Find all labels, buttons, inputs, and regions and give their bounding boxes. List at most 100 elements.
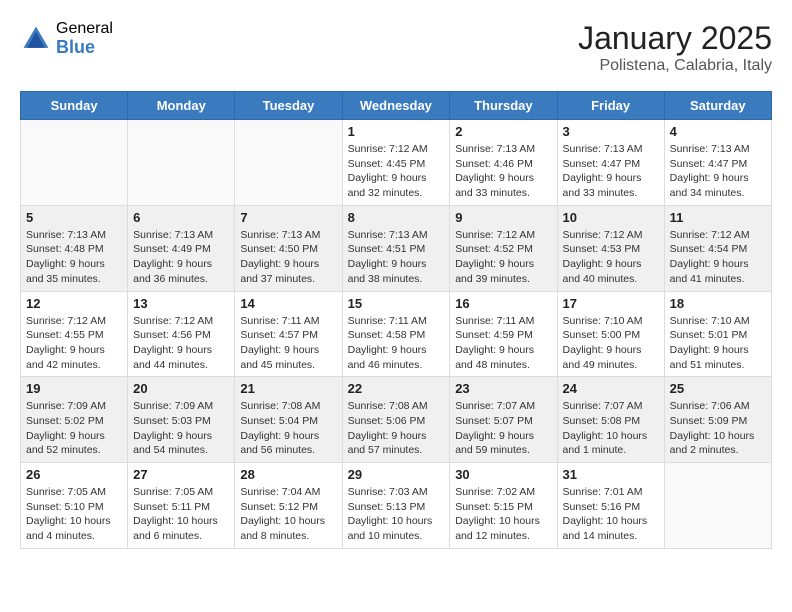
day-cell: 31 Sunrise: 7:01 AM Sunset: 5:16 PM Dayli…: [557, 463, 664, 549]
logo: General Blue: [20, 20, 113, 57]
day-cell: 1Sunrise: 7:12 AM Sunset: 4:45 PM Daylig…: [342, 120, 450, 206]
calendar: SundayMondayTuesdayWednesdayThursdayFrid…: [20, 91, 772, 549]
day-cell: 13 Sunrise: 7:12 AM Sunset: 4:56 PM Dayli…: [128, 291, 235, 377]
day-number: 28: [240, 467, 336, 482]
day-info: Sunrise: 7:02 AM Sunset: 5:15 PM Dayligh…: [455, 485, 551, 544]
day-info: Sunrise: 7:05 AM Sunset: 5:10 PM Dayligh…: [26, 485, 122, 544]
day-number: 20: [133, 381, 229, 396]
day-info: Sunrise: 7:12 AM Sunset: 4:56 PM Dayligh…: [133, 314, 229, 373]
day-info: Sunrise: 7:11 AM Sunset: 4:58 PM Dayligh…: [348, 314, 445, 373]
day-cell: 2 Sunrise: 7:13 AM Sunset: 4:46 PM Daylig…: [450, 120, 557, 206]
week-row-1: 1Sunrise: 7:12 AM Sunset: 4:45 PM Daylig…: [21, 120, 772, 206]
day-cell: 6 Sunrise: 7:13 AM Sunset: 4:49 PM Daylig…: [128, 205, 235, 291]
day-info: Sunrise: 7:12 AM Sunset: 4:52 PM Dayligh…: [455, 228, 551, 287]
weekday-header-saturday: Saturday: [664, 92, 771, 120]
day-info: Sunrise: 7:12 AM Sunset: 4:54 PM Dayligh…: [670, 228, 766, 287]
day-cell: 24Sunrise: 7:07 AM Sunset: 5:08 PM Dayli…: [557, 377, 664, 463]
week-row-3: 12 Sunrise: 7:12 AM Sunset: 4:55 PM Dayli…: [21, 291, 772, 377]
day-number: 14: [240, 296, 336, 311]
logo-general: General: [56, 20, 113, 38]
logo-blue: Blue: [56, 38, 113, 58]
week-row-2: 5Sunrise: 7:13 AM Sunset: 4:48 PM Daylig…: [21, 205, 772, 291]
week-row-4: 19 Sunrise: 7:09 AM Sunset: 5:02 PM Dayli…: [21, 377, 772, 463]
day-cell: 10Sunrise: 7:12 AM Sunset: 4:53 PM Dayli…: [557, 205, 664, 291]
weekday-header-friday: Friday: [557, 92, 664, 120]
day-info: Sunrise: 7:13 AM Sunset: 4:46 PM Dayligh…: [455, 142, 551, 201]
day-info: Sunrise: 7:07 AM Sunset: 5:08 PM Dayligh…: [563, 399, 659, 458]
day-number: 13: [133, 296, 229, 311]
day-cell: [128, 120, 235, 206]
day-number: 25: [670, 381, 766, 396]
day-info: Sunrise: 7:13 AM Sunset: 4:47 PM Dayligh…: [563, 142, 659, 201]
day-cell: 14Sunrise: 7:11 AM Sunset: 4:57 PM Dayli…: [235, 291, 342, 377]
page-header: General Blue January 2025 Polistena, Cal…: [20, 20, 772, 75]
day-info: Sunrise: 7:04 AM Sunset: 5:12 PM Dayligh…: [240, 485, 336, 544]
weekday-header-thursday: Thursday: [450, 92, 557, 120]
day-info: Sunrise: 7:13 AM Sunset: 4:50 PM Dayligh…: [240, 228, 336, 287]
day-cell: 26 Sunrise: 7:05 AM Sunset: 5:10 PM Dayli…: [21, 463, 128, 549]
location: Polistena, Calabria, Italy: [578, 57, 772, 75]
day-number: 7: [240, 210, 336, 225]
day-cell: 8Sunrise: 7:13 AM Sunset: 4:51 PM Daylig…: [342, 205, 450, 291]
day-info: Sunrise: 7:08 AM Sunset: 5:06 PM Dayligh…: [348, 399, 445, 458]
day-info: Sunrise: 7:01 AM Sunset: 5:16 PM Dayligh…: [563, 485, 659, 544]
day-cell: 5Sunrise: 7:13 AM Sunset: 4:48 PM Daylig…: [21, 205, 128, 291]
day-cell: 15Sunrise: 7:11 AM Sunset: 4:58 PM Dayli…: [342, 291, 450, 377]
day-number: 11: [670, 210, 766, 225]
day-info: Sunrise: 7:13 AM Sunset: 4:47 PM Dayligh…: [670, 142, 766, 201]
day-cell: 29Sunrise: 7:03 AM Sunset: 5:13 PM Dayli…: [342, 463, 450, 549]
day-cell: 18Sunrise: 7:10 AM Sunset: 5:01 PM Dayli…: [664, 291, 771, 377]
day-info: Sunrise: 7:11 AM Sunset: 4:59 PM Dayligh…: [455, 314, 551, 373]
day-cell: 17 Sunrise: 7:10 AM Sunset: 5:00 PM Dayli…: [557, 291, 664, 377]
logo-text: General Blue: [56, 20, 113, 57]
weekday-header-sunday: Sunday: [21, 92, 128, 120]
day-info: Sunrise: 7:13 AM Sunset: 4:49 PM Dayligh…: [133, 228, 229, 287]
day-cell: 23Sunrise: 7:07 AM Sunset: 5:07 PM Dayli…: [450, 377, 557, 463]
day-cell: 12 Sunrise: 7:12 AM Sunset: 4:55 PM Dayli…: [21, 291, 128, 377]
day-number: 31: [563, 467, 659, 482]
day-number: 22: [348, 381, 445, 396]
day-number: 27: [133, 467, 229, 482]
day-number: 12: [26, 296, 122, 311]
day-number: 19: [26, 381, 122, 396]
day-number: 23: [455, 381, 551, 396]
day-info: Sunrise: 7:08 AM Sunset: 5:04 PM Dayligh…: [240, 399, 336, 458]
day-cell: 30 Sunrise: 7:02 AM Sunset: 5:15 PM Dayli…: [450, 463, 557, 549]
day-cell: [235, 120, 342, 206]
day-number: 6: [133, 210, 229, 225]
day-number: 2: [455, 124, 551, 139]
day-info: Sunrise: 7:12 AM Sunset: 4:53 PM Dayligh…: [563, 228, 659, 287]
day-number: 3: [563, 124, 659, 139]
day-cell: 7 Sunrise: 7:13 AM Sunset: 4:50 PM Daylig…: [235, 205, 342, 291]
day-cell: 9 Sunrise: 7:12 AM Sunset: 4:52 PM Daylig…: [450, 205, 557, 291]
day-number: 8: [348, 210, 445, 225]
day-number: 1: [348, 124, 445, 139]
day-number: 5: [26, 210, 122, 225]
day-number: 30: [455, 467, 551, 482]
day-number: 18: [670, 296, 766, 311]
weekday-header-row: SundayMondayTuesdayWednesdayThursdayFrid…: [21, 92, 772, 120]
week-row-5: 26 Sunrise: 7:05 AM Sunset: 5:10 PM Dayli…: [21, 463, 772, 549]
day-cell: [664, 463, 771, 549]
day-number: 17: [563, 296, 659, 311]
day-info: Sunrise: 7:06 AM Sunset: 5:09 PM Dayligh…: [670, 399, 766, 458]
weekday-header-wednesday: Wednesday: [342, 92, 450, 120]
day-cell: 27 Sunrise: 7:05 AM Sunset: 5:11 PM Dayli…: [128, 463, 235, 549]
day-info: Sunrise: 7:09 AM Sunset: 5:02 PM Dayligh…: [26, 399, 122, 458]
day-info: Sunrise: 7:09 AM Sunset: 5:03 PM Dayligh…: [133, 399, 229, 458]
day-info: Sunrise: 7:05 AM Sunset: 5:11 PM Dayligh…: [133, 485, 229, 544]
day-number: 4: [670, 124, 766, 139]
day-cell: [21, 120, 128, 206]
month-year: January 2025: [578, 20, 772, 57]
day-cell: 25 Sunrise: 7:06 AM Sunset: 5:09 PM Dayli…: [664, 377, 771, 463]
day-number: 26: [26, 467, 122, 482]
title-block: January 2025 Polistena, Calabria, Italy: [578, 20, 772, 75]
day-number: 9: [455, 210, 551, 225]
day-cell: 4 Sunrise: 7:13 AM Sunset: 4:47 PM Daylig…: [664, 120, 771, 206]
weekday-header-monday: Monday: [128, 92, 235, 120]
day-number: 16: [455, 296, 551, 311]
day-info: Sunrise: 7:10 AM Sunset: 5:00 PM Dayligh…: [563, 314, 659, 373]
day-cell: 21Sunrise: 7:08 AM Sunset: 5:04 PM Dayli…: [235, 377, 342, 463]
day-cell: 3 Sunrise: 7:13 AM Sunset: 4:47 PM Daylig…: [557, 120, 664, 206]
day-info: Sunrise: 7:12 AM Sunset: 4:55 PM Dayligh…: [26, 314, 122, 373]
